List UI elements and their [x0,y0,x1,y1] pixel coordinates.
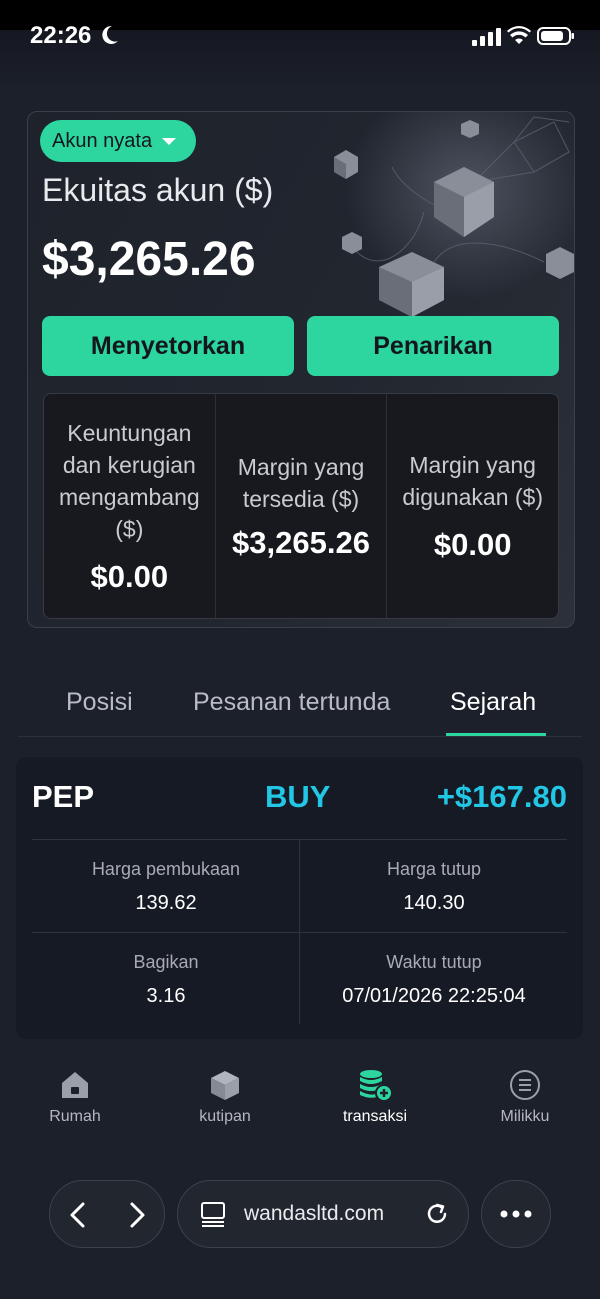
more-icon [500,1210,532,1218]
available-margin-stat: Margin yang tersedia ($) $3,265.26 [216,394,388,618]
nav-item-home[interactable]: Rumah [15,1068,135,1126]
trade-side: BUY [265,779,331,814]
nav-item-quotes[interactable]: kutipan [165,1068,285,1126]
stat-value: $0.00 [433,527,512,562]
nav-label: Rumah [49,1108,101,1125]
equity-value: $3,265.26 [42,233,256,286]
status-time: 22:26 [30,22,92,49]
coins-icon [360,1070,393,1102]
browser-nav-pill [49,1180,165,1248]
tab-history[interactable]: Sejarah [450,688,536,717]
reload-icon[interactable] [424,1201,450,1227]
nav-item-transactions[interactable]: transaksi [315,1068,435,1126]
nav-label: Milikku [500,1108,550,1125]
account-type-label: Akun nyata [52,129,153,152]
close-price-value: 140.30 [403,892,465,914]
nav-item-mine[interactable]: Milikku [465,1068,585,1126]
equity-label: Ekuitas akun ($) [42,172,274,208]
close-time-cell: Waktu tutup 07/01/2026 22:25:04 [300,952,568,1008]
browser-toolbar: wandasltd.com [0,1150,600,1299]
close-price-cell: Harga tutup 140.30 [300,859,568,915]
open-price-label: Harga pembukaan [91,859,241,879]
forward-icon[interactable] [125,1201,149,1229]
shares-cell: Bagikan 3.16 [32,952,300,1008]
tabs-icon[interactable] [200,1201,226,1227]
open-price-value: 139.62 [135,892,197,914]
more-button[interactable] [481,1180,551,1248]
tab-positions[interactable]: Posisi [66,688,133,717]
floating-pnl-stat: Keuntungan dan kerugian mengambang ($) $… [44,394,216,618]
account-card: Akun nyata Ekuitas akun ($) $3,265.26 Me… [27,111,575,628]
account-type-dropdown[interactable]: Akun nyata [40,120,196,162]
stat-label: Keuntungan dan kerugian mengambang ($) [59,420,200,542]
active-tab-indicator [446,733,546,736]
close-time-label: Waktu tutup [386,952,482,972]
address-bar[interactable]: wandasltd.com [177,1180,469,1248]
shares-label: Bagikan [133,952,199,972]
close-time-value: 07/01/2026 22:25:04 [342,985,526,1007]
url-text: wandasltd.com [244,1202,385,1225]
caret-down-icon [162,137,177,145]
trade-history-card[interactable]: PEP BUY +$167.80 Harga pembukaan 139.62 … [16,757,583,1039]
cube-icon [211,1071,239,1100]
trade-symbol: PEP [32,779,95,814]
stat-label: Margin yang digunakan ($) [402,452,543,510]
nav-label: kutipan [199,1108,251,1125]
withdraw-button[interactable]: Penarikan [307,316,559,376]
open-price-cell: Harga pembukaan 139.62 [32,859,300,915]
bottom-nav: Rumah kutipan transaksi Milikku [0,1060,600,1150]
trade-pnl: +$167.80 [436,779,567,814]
menu-icon [510,1070,540,1100]
back-icon[interactable] [66,1201,90,1229]
wifi-icon [507,26,531,44]
stat-value: $0.00 [90,559,169,594]
shares-value: 3.16 [146,985,186,1007]
close-price-label: Harga tutup [386,859,482,879]
deposit-button[interactable]: Menyetorkan [42,316,294,376]
stat-value: $3,265.26 [232,525,370,560]
nav-label: transaksi [342,1108,408,1125]
home-icon [62,1072,88,1098]
stat-label: Margin yang tersedia ($) [237,454,365,512]
history-tabs: Posisi Pesanan tertunda Sejarah [18,680,582,737]
tab-pending-orders[interactable]: Pesanan tertunda [193,688,390,717]
moon-icon [102,25,118,44]
battery-icon [537,27,574,45]
account-stats: Keuntungan dan kerugian mengambang ($) $… [43,393,559,619]
cubes-illustration [334,112,574,332]
used-margin-stat: Margin yang digunakan ($) $0.00 [387,394,558,618]
signal-icon [472,28,501,46]
